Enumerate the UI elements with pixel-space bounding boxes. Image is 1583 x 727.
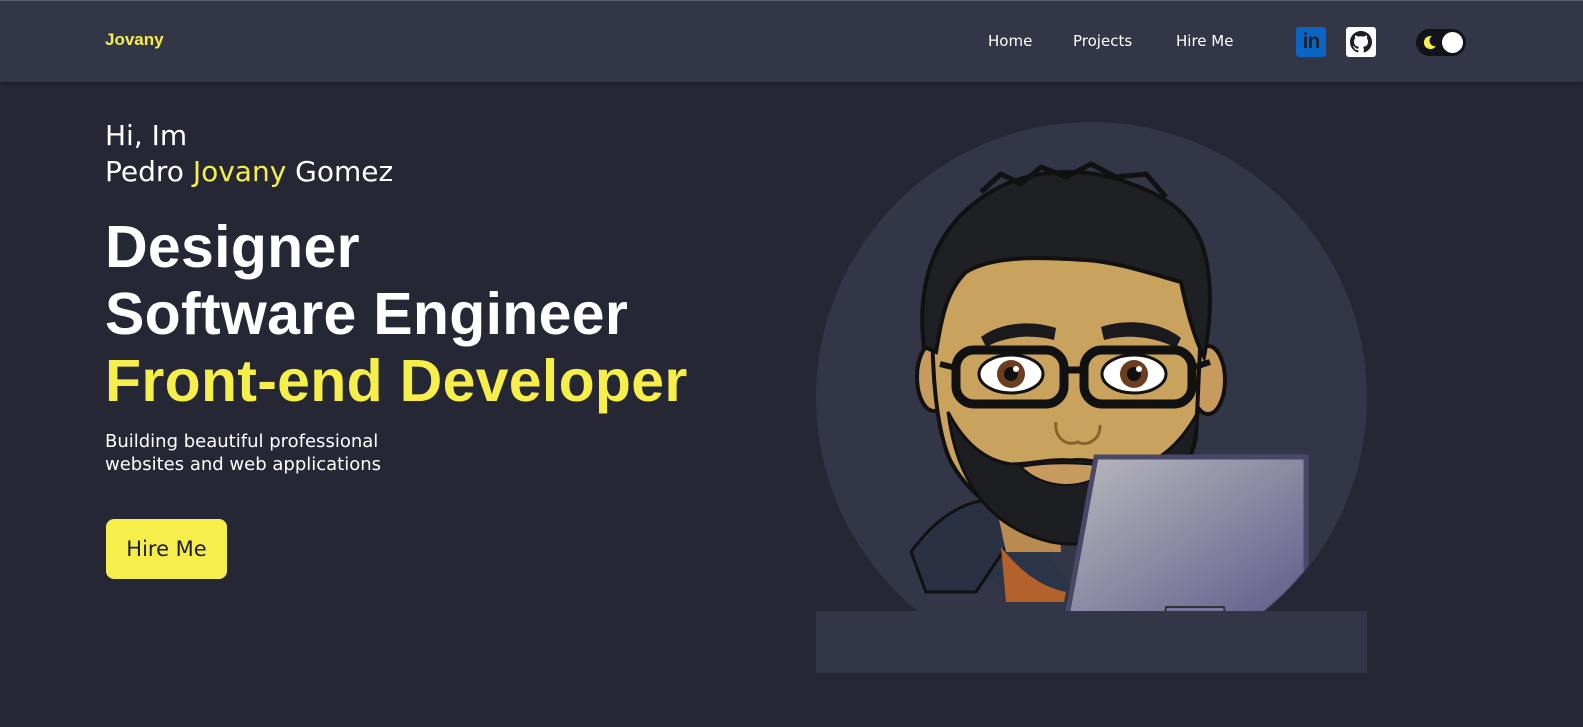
- moon-icon: [1423, 35, 1436, 50]
- greeting: Hi, Im: [105, 119, 188, 152]
- name-first: Pedro: [105, 155, 184, 188]
- role-designer: Designer: [105, 214, 360, 280]
- tagline-line-1: Building beautiful professional: [105, 431, 379, 452]
- github-link[interactable]: [1346, 27, 1376, 57]
- github-icon: [1350, 31, 1372, 53]
- theme-toggle[interactable]: [1416, 29, 1466, 56]
- tagline: Building beautiful professional websites…: [105, 430, 445, 476]
- nav-projects[interactable]: Projects: [1073, 32, 1132, 50]
- avatar: [816, 122, 1367, 673]
- nav-home[interactable]: Home: [988, 32, 1032, 50]
- tagline-line-2: websites and web applications: [105, 454, 382, 475]
- brand-logo[interactable]: Jovany: [105, 30, 164, 50]
- role-software-engineer: Software Engineer: [105, 281, 629, 347]
- linkedin-icon: in: [1302, 30, 1321, 53]
- navbar: Jovany Home Projects Hire Me in: [0, 1, 1583, 82]
- full-name: Pedro Jovany Gomez: [105, 154, 805, 190]
- developer-avatar-illustration: [816, 161, 1367, 673]
- role-frontend-developer: Front-end Developer: [105, 348, 688, 414]
- role-list: Designer Software Engineer Front-end Dev…: [105, 214, 805, 415]
- hero-text: Hi, Im Pedro Jovany Gomez Designer Softw…: [105, 118, 805, 415]
- nav-hire-me[interactable]: Hire Me: [1176, 32, 1233, 50]
- hire-me-button[interactable]: Hire Me: [106, 519, 227, 579]
- name-highlight: Jovany: [192, 155, 287, 188]
- toggle-knob: [1442, 32, 1463, 53]
- linkedin-link[interactable]: in: [1296, 27, 1326, 57]
- name-last: Gomez: [295, 155, 394, 188]
